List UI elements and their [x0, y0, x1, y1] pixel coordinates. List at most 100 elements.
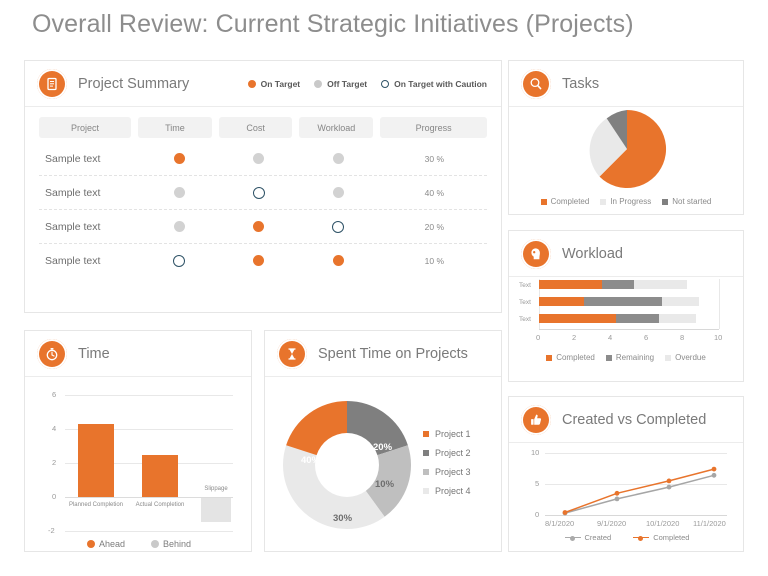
bar-segment-overdue — [658, 314, 696, 323]
workload-legend-completed: Completed — [546, 353, 595, 362]
status-circle-icon — [332, 220, 345, 233]
project-summary-title: Project Summary — [78, 75, 190, 92]
row-project-name: Sample text — [45, 152, 101, 165]
time-legend: Ahead Behind — [25, 539, 253, 549]
time-legend-behind-label: Behind — [163, 539, 192, 549]
table-row[interactable]: Sample text 20 % — [39, 210, 487, 244]
column-header-workload[interactable]: Workload — [299, 117, 374, 138]
legend-created: Created — [564, 533, 612, 542]
thumbs-up-icon — [521, 404, 551, 435]
spent-time-card: Spent Time on Projects 40% 20% 10% 30% P… — [264, 330, 502, 552]
donut-label-project-3: 10% — [375, 479, 395, 490]
legend-project-1-label: Project 1 — [435, 429, 471, 439]
y-tick-label: -2 — [48, 526, 55, 535]
search-icon — [521, 68, 551, 99]
row-workload-status — [302, 153, 375, 164]
tasks-legend-completed-label: Completed — [550, 197, 590, 206]
created-vs-completed-chart: 10 5 0 8/1/2020 9/1/2020 10/1/2020 11/1/… — [509, 443, 743, 552]
bar-planned-completion — [78, 424, 114, 497]
x-tick-label: 2 — [572, 333, 577, 342]
summary-column-headers: Project Time Cost Workload Progress — [25, 107, 501, 138]
legend-dot-icon — [151, 540, 159, 548]
legend-caution-label: On Target with Caution — [394, 78, 487, 89]
donut-label-project-4: 30% — [333, 513, 353, 524]
tasks-header: Tasks — [509, 61, 743, 107]
tasks-chart: Completed In Progress Not started — [509, 107, 743, 215]
column-header-project[interactable]: Project — [39, 117, 132, 138]
y-tick-label: 0 — [52, 492, 57, 501]
x-tick-label: 10/1/2020 — [646, 519, 680, 528]
workload-legend-remaining-label: Remaining — [615, 353, 655, 362]
workload-header: Workload — [509, 231, 743, 277]
status-circle-icon — [252, 186, 265, 199]
column-header-time[interactable]: Time — [138, 117, 212, 138]
legend-swatch-icon — [600, 198, 607, 205]
row-project-name: Sample text — [45, 220, 101, 233]
row-progress-value: 10 % — [424, 255, 445, 266]
project-summary-header: Project Summary On Target Off Target On … — [25, 61, 501, 107]
row-progress-value: 20 % — [424, 221, 445, 232]
workload-chart: Text Text Text 0 2 4 6 8 10 Completed Re… — [509, 277, 743, 382]
legend-on-target: On Target — [247, 79, 300, 89]
created-vs-completed-title: Created vs Completed — [562, 411, 707, 428]
line-series-completed — [564, 468, 715, 514]
time-legend-ahead: Ahead — [86, 539, 125, 549]
table-row[interactable]: Sample text 10 % — [39, 244, 487, 277]
legend-swatch-icon — [423, 469, 429, 475]
legend-swatch-icon — [662, 198, 669, 205]
status-dot-icon — [173, 187, 185, 198]
bar-label-actual-completion: Actual Completion — [135, 502, 185, 508]
bar-segment-completed — [539, 297, 584, 306]
legend-project-1: Project 1 — [423, 429, 471, 439]
created-vs-completed-legend: Created Completed — [509, 533, 745, 542]
legend-swatch-icon — [540, 198, 547, 205]
legend-off-target: Off Target — [314, 79, 367, 89]
tasks-pie-chart — [589, 109, 667, 188]
bar-segment-completed — [539, 314, 616, 323]
workload-row-label: Text — [519, 282, 531, 289]
workload-bar-row — [539, 314, 719, 323]
bar-segment-remaining — [615, 314, 659, 323]
row-time-status — [143, 254, 216, 267]
tasks-legend-in-progress: In Progress — [600, 197, 651, 206]
spent-time-header: Spent Time on Projects — [265, 331, 501, 377]
legend-dot-icon — [86, 540, 95, 548]
legend-line-icon — [564, 535, 581, 541]
legend-swatch-icon — [605, 354, 612, 361]
tasks-legend-not-started: Not started — [662, 197, 711, 206]
status-dot-icon — [332, 187, 344, 198]
table-row[interactable]: Sample text 40 % — [39, 176, 487, 210]
x-tick-label: 10 — [714, 333, 723, 342]
x-tick-label: 4 — [608, 333, 613, 342]
bar-segment-overdue — [634, 280, 687, 289]
time-card: Time 6 4 2 0 -2 Planned Completion Actua… — [24, 330, 252, 552]
tasks-legend-completed: Completed — [540, 197, 590, 206]
tasks-legend-not-started-label: Not started — [672, 197, 712, 206]
legend-created-label: Created — [584, 533, 612, 542]
status-dot-icon — [332, 255, 344, 266]
spent-time-title: Spent Time on Projects — [318, 345, 468, 362]
time-legend-behind: Behind — [151, 539, 191, 549]
created-vs-completed-header: Created vs Completed — [509, 397, 743, 443]
column-header-progress[interactable]: Progress — [380, 117, 488, 138]
legend-project-2-label: Project 2 — [435, 448, 471, 458]
tasks-title: Tasks — [562, 75, 600, 92]
column-header-cost[interactable]: Cost — [218, 117, 293, 138]
time-title: Time — [78, 345, 110, 362]
project-summary-card: Project Summary On Target Off Target On … — [24, 60, 502, 313]
workload-bar-row — [539, 280, 719, 289]
status-dot-icon — [253, 255, 265, 266]
workload-legend-overdue-label: Overdue — [675, 353, 706, 362]
row-cost-status — [222, 153, 295, 164]
table-row[interactable]: Sample text 30 % — [39, 142, 487, 176]
x-tick-label: 8/1/2020 — [545, 519, 575, 528]
row-workload-status — [302, 255, 375, 266]
bar-actual-completion — [142, 455, 178, 497]
workload-row-label: Text — [519, 299, 531, 306]
status-dot-icon — [173, 221, 185, 232]
workload-title: Workload — [562, 245, 623, 262]
donut-label-project-1: 40% — [301, 455, 321, 466]
row-progress-value: 40 % — [424, 187, 445, 198]
project-summary-legend: On Target Off Target On Target with Caut… — [247, 78, 501, 89]
x-tick-label: 6 — [644, 333, 649, 342]
